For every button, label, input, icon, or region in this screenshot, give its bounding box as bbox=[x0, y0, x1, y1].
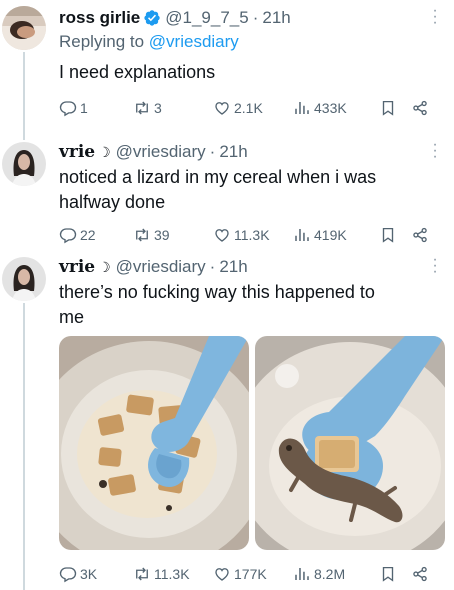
retweet-count: 11.3K bbox=[154, 566, 190, 582]
reply-button[interactable]: 22 bbox=[59, 226, 133, 244]
views-icon bbox=[295, 229, 309, 241]
avatar[interactable] bbox=[2, 142, 46, 186]
views-icon bbox=[295, 102, 309, 114]
retweet-button[interactable]: 11.3K bbox=[133, 565, 213, 583]
author-name[interactable]: vrie bbox=[59, 142, 95, 162]
views-count: 419K bbox=[314, 227, 347, 243]
views-button[interactable]: 433K bbox=[293, 99, 379, 117]
like-count: 177K bbox=[234, 566, 267, 582]
photo-lizard-on-spoon[interactable] bbox=[255, 336, 445, 550]
share-button[interactable] bbox=[411, 226, 432, 244]
bookmark-button[interactable] bbox=[379, 99, 411, 117]
more-icon[interactable]: · · · bbox=[430, 137, 440, 165]
action-bar: 1 3 2.1K 433K bbox=[59, 97, 440, 119]
retweet-icon bbox=[136, 567, 148, 581]
author-handle[interactable]: @vriesdiary bbox=[116, 142, 206, 162]
tweet-text: there’s no fucking way this happened to … bbox=[59, 282, 375, 327]
media-gallery bbox=[59, 336, 445, 550]
bookmark-icon bbox=[382, 566, 394, 582]
like-icon bbox=[215, 229, 229, 242]
retweet-count: 3 bbox=[154, 100, 162, 116]
like-icon bbox=[215, 568, 229, 581]
author-name[interactable]: vrie bbox=[59, 257, 95, 277]
timestamp[interactable]: 21h bbox=[262, 8, 290, 28]
tweet-quoted-original[interactable]: vrie ☽ @vriesdiary · 21h · · · noticed a l… bbox=[0, 137, 454, 255]
author-handle[interactable]: @vriesdiary bbox=[116, 257, 206, 277]
reply-button[interactable]: 3K bbox=[59, 565, 133, 583]
separator-dot: · bbox=[252, 8, 259, 27]
action-bar: 22 39 11.3K 419K bbox=[59, 224, 440, 246]
reply-count: 3K bbox=[80, 566, 98, 582]
bookmark-button[interactable] bbox=[379, 565, 411, 583]
reply-button[interactable]: 1 bbox=[59, 99, 133, 117]
bookmark-icon bbox=[382, 100, 394, 116]
views-button[interactable]: 419K bbox=[293, 226, 379, 244]
moon-icon: ☽ bbox=[98, 258, 111, 275]
share-icon bbox=[413, 566, 427, 582]
like-icon bbox=[215, 102, 229, 115]
like-count: 11.3K bbox=[234, 227, 270, 243]
replying-to-label: Replying to bbox=[59, 32, 145, 51]
timestamp[interactable]: 21h bbox=[219, 257, 247, 277]
retweet-count: 39 bbox=[154, 227, 170, 243]
share-icon bbox=[413, 227, 427, 243]
views-icon bbox=[295, 568, 309, 580]
separator-dot: · bbox=[209, 257, 216, 276]
tweet-text: noticed a lizard in my cereal when i was… bbox=[59, 167, 377, 212]
reply-icon bbox=[59, 101, 77, 117]
views-count: 433K bbox=[314, 100, 347, 116]
replying-to-line: Replying to @vriesdiary bbox=[59, 30, 440, 54]
more-icon[interactable]: · · · bbox=[430, 3, 440, 31]
views-count: 8.2M bbox=[314, 566, 346, 582]
like-button[interactable]: 2.1K bbox=[213, 99, 293, 117]
replying-to-link[interactable]: @vriesdiary bbox=[149, 32, 239, 51]
views-button[interactable]: 8.2M bbox=[293, 565, 379, 583]
retweet-button[interactable]: 3 bbox=[133, 99, 213, 117]
reply-count: 1 bbox=[80, 100, 88, 116]
retweet-icon bbox=[136, 228, 148, 242]
like-count: 2.1K bbox=[234, 100, 263, 116]
tweet-text: I need explanations bbox=[59, 62, 216, 82]
bookmark-button[interactable] bbox=[379, 226, 411, 244]
like-button[interactable]: 11.3K bbox=[213, 226, 293, 244]
author-name[interactable]: ross girlie bbox=[59, 8, 140, 28]
share-icon bbox=[413, 100, 427, 116]
author-handle[interactable]: @1_9_7_5 bbox=[165, 8, 248, 28]
avatar[interactable] bbox=[2, 6, 46, 50]
reply-count: 22 bbox=[80, 227, 96, 243]
like-button[interactable]: 177K bbox=[213, 565, 293, 583]
verified-badge-icon bbox=[144, 10, 160, 26]
action-bar: 3K 11.3K 177K 8.2M bbox=[59, 563, 440, 585]
avatar[interactable] bbox=[2, 257, 46, 301]
reply-icon bbox=[59, 228, 77, 244]
share-button[interactable] bbox=[411, 565, 432, 583]
moon-icon: ☽ bbox=[98, 143, 111, 160]
reply-icon bbox=[59, 567, 77, 583]
tweet-with-media[interactable]: vrie ☽ @vriesdiary · 21h · · · there’s no … bbox=[0, 252, 454, 590]
separator-dot: · bbox=[209, 142, 216, 161]
photo-cereal-bowl[interactable] bbox=[59, 336, 249, 550]
timestamp[interactable]: 21h bbox=[219, 142, 247, 162]
retweet-button[interactable]: 39 bbox=[133, 226, 213, 244]
retweet-icon bbox=[136, 101, 148, 115]
more-icon[interactable]: · · · bbox=[430, 252, 440, 280]
tweet-reply[interactable]: ross girlie @1_9_7_5 · 21h · · · Replying … bbox=[0, 0, 454, 140]
share-button[interactable] bbox=[411, 99, 432, 117]
bookmark-icon bbox=[382, 227, 394, 243]
